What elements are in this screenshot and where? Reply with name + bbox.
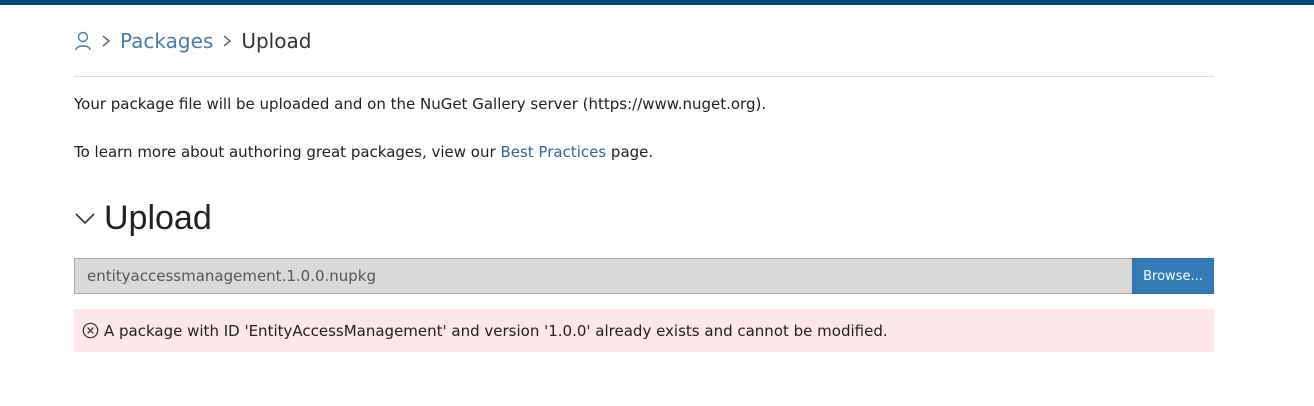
browse-button[interactable]: Browse... bbox=[1132, 258, 1214, 294]
error-alert: A package with ID 'EntityAccessManagemen… bbox=[74, 309, 1214, 352]
user-icon[interactable] bbox=[74, 31, 92, 51]
intro-upload-info: Your package file will be uploaded and o… bbox=[74, 95, 767, 113]
breadcrumb-packages-link[interactable]: Packages bbox=[120, 29, 213, 53]
intro-prefix-text: To learn more about authoring great pack… bbox=[74, 143, 501, 161]
chevron-down-icon[interactable] bbox=[74, 207, 96, 229]
upload-section-heading[interactable]: Upload bbox=[74, 194, 1214, 242]
error-circle-icon bbox=[82, 322, 99, 339]
error-message: A package with ID 'EntityAccessManagemen… bbox=[104, 321, 888, 340]
upload-file-row: entityaccessmanagement.1.0.0.nupkg Brows… bbox=[74, 258, 1214, 294]
best-practices-link[interactable]: Best Practices bbox=[500, 143, 606, 161]
chevron-right-icon bbox=[221, 31, 233, 51]
upload-section-title: Upload bbox=[104, 198, 212, 237]
intro-suffix-text: page. bbox=[606, 143, 654, 161]
page-container: Packages Upload Your package file will b… bbox=[74, 5, 1214, 352]
breadcrumb-current: Upload bbox=[241, 28, 312, 53]
chevron-right-icon bbox=[100, 31, 112, 51]
intro-best-practices: To learn more about authoring great pack… bbox=[74, 142, 1214, 162]
file-path-input[interactable]: entityaccessmanagement.1.0.0.nupkg bbox=[74, 258, 1132, 294]
breadcrumb: Packages Upload bbox=[74, 5, 1214, 77]
